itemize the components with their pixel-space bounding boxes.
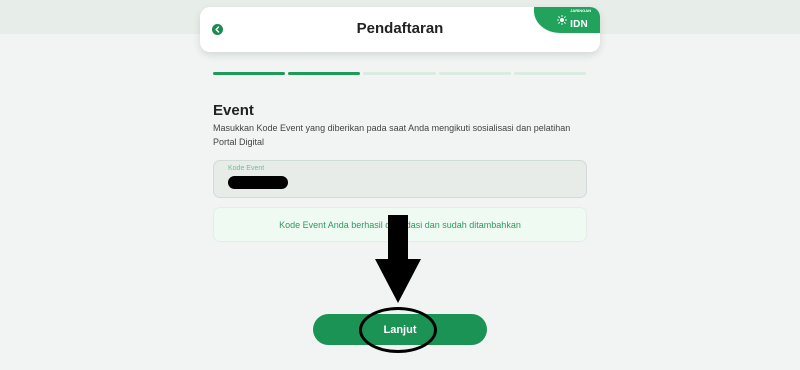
progress-steps (213, 72, 587, 75)
sun-icon (557, 15, 568, 25)
annotation-circle (359, 307, 437, 353)
event-code-value-redacted[interactable] (228, 176, 288, 189)
header-bar: Pendaftaran JARINGAN IDN (200, 7, 600, 52)
progress-step (438, 72, 511, 75)
progress-step (513, 72, 587, 75)
progress-step (363, 72, 436, 75)
brand-small-text: JARINGAN (570, 7, 591, 13)
section-title: Event (213, 102, 254, 119)
annotation-arrow-icon (375, 215, 421, 303)
section-description: Masukkan Kode Event yang diberikan pada … (213, 123, 571, 147)
brand-name: IDN (570, 18, 588, 30)
progress-step (288, 72, 361, 75)
event-code-label: Kode Event (228, 165, 265, 172)
event-code-field[interactable]: Kode Event (213, 160, 587, 198)
progress-step (213, 72, 286, 75)
